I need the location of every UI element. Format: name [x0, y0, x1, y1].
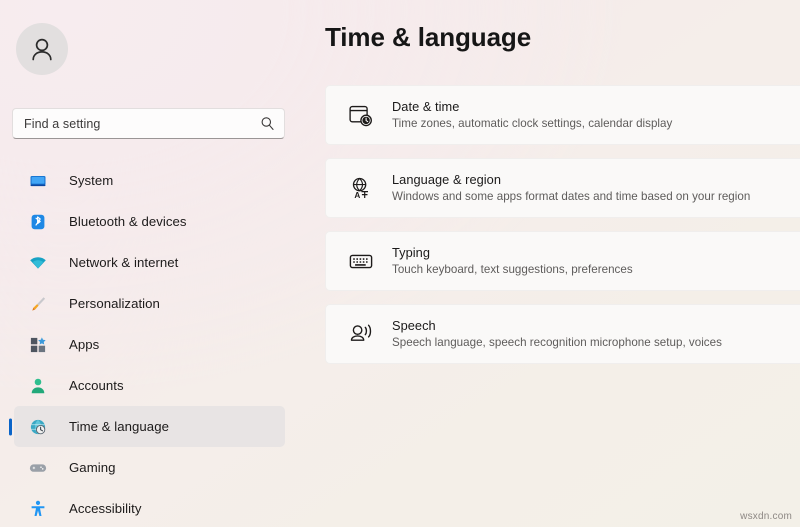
card-subtitle: Time zones, automatic clock settings, ca… [392, 116, 673, 130]
sidebar-item-apps[interactable]: Apps [14, 324, 285, 365]
sidebar-item-label: Personalization [69, 296, 160, 311]
search-input[interactable] [24, 116, 260, 131]
card-subtitle: Windows and some apps format dates and t… [392, 189, 751, 203]
search-box[interactable] [12, 108, 285, 139]
calendar-clock-icon [346, 102, 376, 128]
card-subtitle: Speech language, speech recognition micr… [392, 335, 722, 349]
bluetooth-icon [28, 212, 47, 231]
sidebar-item-accounts[interactable]: Accounts [14, 365, 285, 406]
person-icon [28, 376, 47, 395]
sidebar-item-network-internet[interactable]: Network & internet [14, 242, 285, 283]
sidebar-item-label: Network & internet [69, 255, 179, 270]
sidebar-item-label: System [69, 173, 114, 188]
settings-card-speech[interactable]: Speech Speech language, speech recogniti… [325, 304, 800, 364]
sidebar-item-label: Accounts [69, 378, 124, 393]
card-title: Language & region [392, 171, 502, 187]
sidebar-item-label: Apps [69, 337, 100, 352]
sidebar-item-bluetooth-devices[interactable]: Bluetooth & devices [14, 201, 285, 242]
settings-card-list: Date & time Time zones, automatic clock … [325, 85, 800, 377]
settings-card-date-time[interactable]: Date & time Time zones, automatic clock … [325, 85, 800, 145]
apps-grid-icon [28, 335, 47, 354]
sidebar-item-system[interactable]: System [14, 160, 285, 201]
sidebar-item-time-language[interactable]: Time & language [14, 406, 285, 447]
avatar[interactable] [16, 23, 68, 75]
card-title: Speech [392, 317, 436, 333]
settings-window: System Bluetooth & devices [0, 0, 800, 527]
clock-globe-icon [28, 417, 47, 436]
page-title: Time & language [325, 22, 532, 52]
monitor-icon [28, 171, 47, 190]
keyboard-icon [346, 248, 376, 274]
sidebar-nav: System Bluetooth & devices Network & int… [0, 160, 300, 527]
language-translate-icon: A [346, 175, 376, 201]
wifi-icon [28, 253, 47, 272]
settings-card-language-region[interactable]: A Language & region Windows and some app… [325, 158, 800, 218]
sidebar-item-label: Accessibility [69, 501, 142, 516]
sidebar-item-personalization[interactable]: Personalization [14, 283, 285, 324]
accessibility-icon [28, 499, 47, 518]
speech-person-icon [346, 321, 376, 347]
sidebar-item-label: Bluetooth & devices [69, 214, 187, 229]
sidebar-item-accessibility[interactable]: Accessibility [14, 488, 285, 527]
card-title: Typing [392, 244, 431, 260]
search-icon[interactable] [260, 116, 275, 131]
sidebar: System Bluetooth & devices [0, 0, 300, 527]
sidebar-item-label: Time & language [69, 419, 169, 434]
settings-card-typing[interactable]: Typing Touch keyboard, text suggestions,… [325, 231, 800, 291]
paintbrush-icon [28, 294, 47, 313]
svg-text:A: A [354, 191, 360, 200]
sidebar-item-label: Gaming [69, 460, 116, 475]
main-content: Time & language Date & time Time zones, … [325, 0, 800, 527]
card-subtitle: Touch keyboard, text suggestions, prefer… [392, 262, 633, 276]
person-avatar-icon [32, 38, 52, 61]
watermark: wsxdn.com [740, 511, 792, 522]
card-title: Date & time [392, 98, 460, 114]
sidebar-item-gaming[interactable]: Gaming [14, 447, 285, 488]
gamepad-icon [28, 458, 47, 477]
